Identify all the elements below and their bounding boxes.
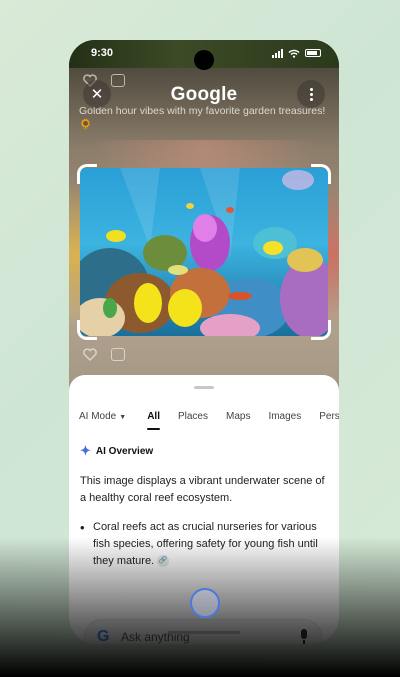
ai-overview-heading: ✦ AI Overview — [80, 443, 153, 459]
coral-reef-picture — [80, 168, 328, 336]
phone-screen: Golden hour vibes with my favorite garde… — [69, 40, 339, 644]
close-button[interactable]: ✕ — [83, 80, 111, 108]
signal-icon — [272, 48, 283, 58]
more-options-button[interactable] — [297, 80, 325, 108]
ai-overview-summary: This image displays a vibrant underwater… — [80, 475, 325, 504]
touch-indicator — [190, 588, 220, 618]
tab-perspectives[interactable]: Pers — [310, 411, 339, 422]
tab-ai-mode[interactable]: AI Mode ▼ — [79, 411, 138, 422]
wifi-icon — [288, 49, 300, 58]
google-lens-header: ✕ Google — [69, 80, 339, 110]
crop-corner[interactable] — [77, 164, 97, 184]
more-vert-icon — [309, 87, 313, 101]
heart-icon — [83, 348, 97, 361]
bullet-text: Coral reefs act as crucial nurseries for… — [93, 519, 326, 570]
link-icon[interactable]: 🔗 — [157, 555, 170, 568]
mic-icon[interactable] — [299, 629, 309, 644]
crop-corner[interactable] — [311, 164, 331, 184]
status-time: 9:30 — [91, 47, 114, 59]
sheet-drag-handle[interactable] — [194, 386, 214, 389]
bullet-marker: • — [80, 520, 85, 535]
comment-icon — [111, 348, 125, 361]
tab-places[interactable]: Places — [169, 411, 217, 422]
background-post-actions-lower — [83, 348, 125, 361]
ai-overview-bullet: • Coral reefs act as crucial nurseries f… — [80, 519, 326, 570]
tab-label: AI Mode — [79, 411, 117, 422]
tab-images[interactable]: Images — [259, 411, 310, 422]
ai-overview-label: AI Overview — [95, 445, 154, 457]
camera-cutout — [194, 50, 214, 70]
close-icon: ✕ — [90, 86, 104, 103]
bullet-content: Coral reefs act as crucial nurseries for… — [93, 521, 318, 567]
coral-reef-image — [80, 168, 328, 336]
tab-all[interactable]: All — [138, 411, 169, 430]
home-indicator[interactable] — [168, 631, 240, 634]
sparkle-icon: ✦ — [80, 443, 91, 458]
page-title: Google — [170, 84, 238, 105]
status-icons — [272, 48, 321, 58]
tab-maps[interactable]: Maps — [217, 411, 259, 422]
selected-image-region[interactable] — [77, 164, 331, 340]
crop-corner[interactable] — [311, 320, 331, 340]
chevron-down-icon: ▼ — [119, 414, 127, 421]
crop-corner[interactable] — [77, 320, 97, 340]
battery-icon — [305, 49, 321, 57]
google-logo-icon: G — [97, 628, 110, 644]
results-tabs: AI Mode ▼ All Places Maps Images Pers — [79, 411, 339, 430]
